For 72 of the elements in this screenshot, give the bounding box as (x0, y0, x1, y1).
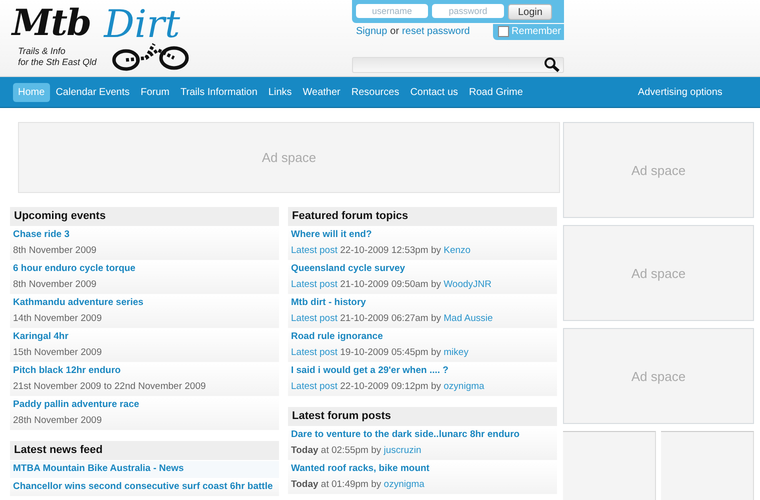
nav-tab[interactable]: Contact us (405, 82, 464, 102)
ad-label: Ad space (631, 368, 686, 384)
nav-tab[interactable]: Calendar Events (50, 82, 135, 102)
nav-tab[interactable]: Forum (136, 82, 175, 102)
latest-post-link[interactable]: Latest post (291, 279, 338, 290)
section-heading: Latest forum posts (288, 407, 557, 426)
topic-link[interactable]: I said i would get a 29'er when .... ? (291, 365, 554, 377)
topic-link[interactable]: Where will it end? (291, 229, 554, 241)
nav-tab[interactable]: Home (13, 82, 50, 102)
topic-link[interactable]: Road rule ignorance (291, 331, 554, 343)
event-date: 28th November 2009 (13, 415, 103, 427)
tagline: for the Sth East Qld (18, 57, 97, 68)
post-meta: Latest post 19-10-2009 05:45pm by mikey (291, 347, 470, 359)
post-meta: Latest post 22-10-2009 09:12pm by ozynigma (291, 381, 486, 393)
or-text: or (390, 26, 400, 37)
nav-tab[interactable]: Links (263, 82, 297, 102)
topic-link[interactable]: Mtb dirt - history (291, 297, 554, 309)
event-link[interactable]: Pitch black 12hr enduro (13, 365, 276, 377)
username-field[interactable]: username (356, 4, 428, 18)
event-link[interactable]: Chase ride 3 (13, 229, 276, 241)
user-link[interactable]: juscruzin (384, 445, 422, 456)
password-field[interactable]: password (432, 4, 504, 18)
nav-tab[interactable]: Resources (346, 82, 404, 102)
latest-post-link[interactable]: Latest post (291, 245, 338, 256)
post-meta: Today at 02:55pm by juscruzin (291, 445, 422, 457)
section-heading: Featured forum topics (288, 207, 557, 226)
reset-password-link[interactable]: reset password (402, 26, 470, 37)
nav-tab[interactable]: Weather (298, 82, 346, 102)
ad-label: Ad space (631, 266, 686, 280)
nav-tab[interactable]: Road Grime (464, 82, 528, 102)
event-link[interactable]: 6 hour enduro cycle torque (13, 263, 276, 275)
topic-link[interactable]: Queensland cycle survey (291, 263, 554, 275)
remember-checkbox[interactable] (498, 26, 509, 36)
user-link[interactable]: ozynigma (444, 381, 484, 392)
post-meta: Latest post 21-10-2009 09:50am by WoodyJNR (291, 279, 493, 291)
post-meta: Latest post 22-10-2009 12:53pm by Kenzo (291, 245, 472, 257)
signup-link[interactable]: Signup (356, 26, 388, 37)
user-link[interactable]: ozynigma (384, 479, 424, 490)
remember-label: Remember (512, 26, 561, 36)
latest-post-link[interactable]: Latest post (291, 347, 338, 358)
event-link[interactable]: Paddy pallin adventure race (13, 399, 276, 411)
user-link[interactable]: WoodyJNR (444, 279, 492, 290)
event-date: 15th November 2009 (13, 347, 103, 359)
latest-post-link[interactable]: Latest post (291, 381, 338, 392)
user-link[interactable]: mikey (444, 347, 468, 358)
section-heading: Latest news feed (10, 441, 279, 460)
search-icon[interactable] (544, 57, 560, 73)
user-link[interactable]: Kenzo (444, 245, 471, 256)
event-date: 14th November 2009 (13, 313, 103, 325)
event-link[interactable]: Kathmandu adventure series (13, 297, 276, 309)
event-link[interactable]: Karingal 4hr (13, 331, 276, 343)
user-link[interactable]: Mad Aussie (444, 313, 493, 324)
post-meta: Today at 01:49pm by ozynigma (291, 479, 426, 491)
nav-tab[interactable]: Trails Information (176, 82, 262, 102)
logo-text: Dirt (104, 2, 180, 46)
news-link[interactable]: Chancellor wins second consecutive surf coast 6hr battle (13, 481, 276, 493)
post-link[interactable]: Dare to venture to the dark side..lunarc 8hr enduro (291, 429, 554, 441)
login-button[interactable]: Login (508, 4, 552, 20)
ad-label: Ad space (262, 150, 316, 165)
nav-link[interactable]: Advertising options (632, 82, 728, 102)
logo-text: Mtb (12, 2, 91, 44)
feed-link[interactable]: MTBA Mountain Bike Australia - News (13, 463, 276, 475)
post-meta: Latest post 21-10-2009 06:27am by Mad Aussie (291, 313, 494, 325)
search-field[interactable] (352, 57, 564, 73)
post-link[interactable]: Wanted roof racks, bike mount (291, 463, 554, 475)
latest-post-link[interactable]: Latest post (291, 313, 338, 324)
section-heading: Upcoming events (10, 207, 279, 226)
tagline: Trails & Info (18, 46, 66, 57)
event-date: 8th November 2009 (13, 279, 98, 291)
event-date: 21st November 2009 to 22nd November 2009 (13, 381, 207, 393)
ad-label: Ad space (631, 162, 686, 178)
event-date: 8th November 2009 (13, 245, 98, 257)
